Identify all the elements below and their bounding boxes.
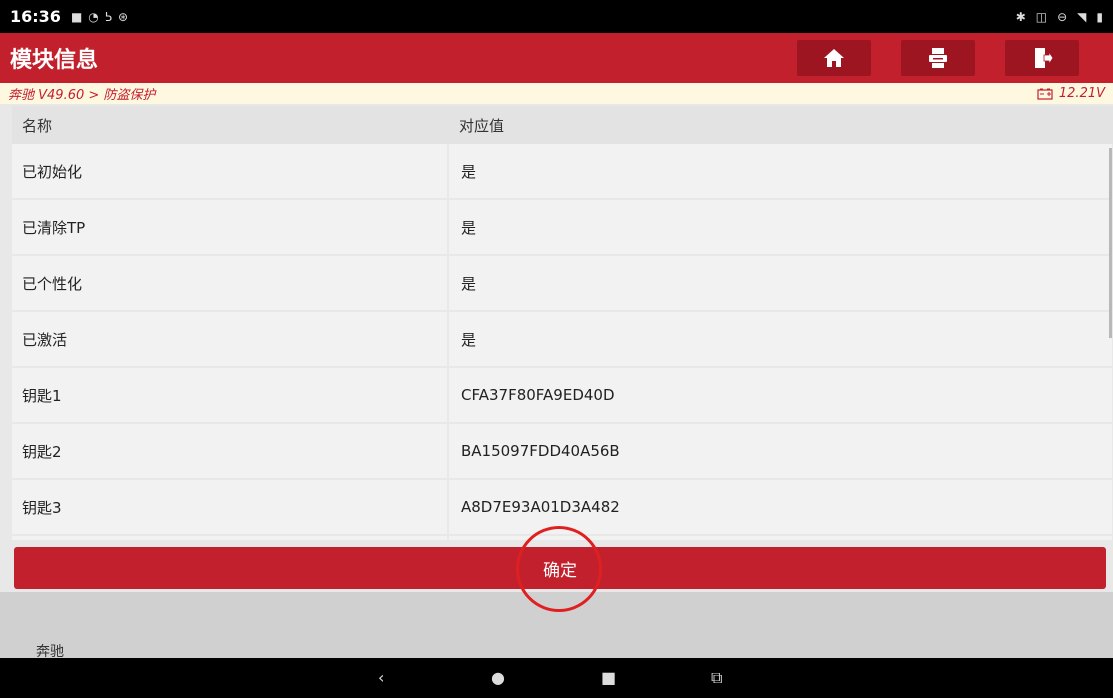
voltage-value: 12.21V [1058, 86, 1105, 101]
column-header-value: 对应值 [459, 116, 505, 135]
exit-button[interactable] [1005, 40, 1079, 76]
wifi-icon: ◔ [88, 9, 99, 24]
exit-icon [1035, 48, 1054, 68]
table-row: 已清除TP 是 [12, 200, 1113, 254]
table-row: 已初始化 是 [12, 144, 1113, 198]
confirm-button[interactable]: 确定 [14, 547, 1106, 589]
row-value: 是 [449, 256, 1112, 310]
system-nav-bar: ‹ ● ■ ⧉ [0, 658, 1113, 698]
table-row [12, 536, 1113, 540]
message-icon: ■ [70, 9, 83, 24]
table-row: 钥匙1 CFA37F80FA9ED40D [12, 368, 1113, 422]
breadcrumb-path: 奔驰 V49.60 > 防盗保护 [8, 88, 156, 103]
row-name [12, 536, 447, 540]
row-name: 钥匙2 [12, 424, 447, 478]
footer-panel [0, 592, 1113, 658]
recents-icon[interactable]: ■ [601, 668, 616, 687]
dnd-icon: ⊖ [1057, 9, 1068, 24]
row-value: 是 [449, 144, 1112, 198]
table-row: 已个性化 是 [12, 256, 1113, 310]
home-button[interactable] [797, 40, 871, 76]
table-scrollbar[interactable] [1109, 148, 1112, 338]
screenshot-icon[interactable]: ⧉ [711, 668, 722, 688]
home-icon [824, 49, 844, 67]
row-name: 已初始化 [12, 144, 447, 198]
settings-icon: ⊛ [118, 9, 129, 24]
battery-icon: ▮ [1096, 9, 1103, 24]
row-value: CFA37F80FA9ED40D [449, 368, 1112, 422]
breadcrumb: 奔驰 V49.60 > 防盗保护 12.21V [0, 83, 1113, 104]
vibrate-icon: ◫ [1035, 9, 1048, 24]
signal-icon: ◥ [1077, 9, 1087, 24]
back-icon[interactable]: ‹ [378, 668, 384, 687]
app-header: 模块信息 [0, 33, 1113, 83]
row-value: A8D7E93A01D3A482 [449, 480, 1112, 534]
print-icon [929, 48, 947, 68]
row-name: 钥匙1 [12, 368, 447, 422]
print-button[interactable] [901, 40, 975, 76]
vpn-icon: ᕊ [104, 9, 113, 24]
table-row: 已激活 是 [12, 312, 1113, 366]
table-row: 钥匙3 A8D7E93A01D3A482 [12, 480, 1113, 534]
table-header: 名称 对应值 [12, 106, 1113, 144]
row-value: 是 [449, 200, 1112, 254]
row-name: 已清除TP [12, 200, 447, 254]
row-name: 钥匙3 [12, 480, 447, 534]
row-name: 已激活 [12, 312, 447, 366]
bluetooth-icon: ✱ [1015, 9, 1026, 24]
home-icon[interactable]: ● [491, 668, 505, 687]
module-info-table[interactable]: 已初始化 是 已清除TP 是 已个性化 是 已激活 是 钥匙1 CFA37F80… [12, 144, 1113, 540]
row-value [449, 536, 1112, 540]
table-row: 钥匙2 BA15097FDD40A56B [12, 424, 1113, 478]
row-value: BA15097FDD40A56B [449, 424, 1112, 478]
clock: 16:36 [10, 7, 61, 26]
row-name: 已个性化 [12, 256, 447, 310]
page-title: 模块信息 [10, 48, 99, 73]
row-value: 是 [449, 312, 1112, 366]
status-bar: 16:36 ■ ◔ ᕊ ⊛ ✱ ◫ ⊖ ◥ ▮ [0, 0, 1113, 33]
column-header-name: 名称 [22, 116, 53, 135]
battery-voltage-icon [1037, 88, 1053, 100]
